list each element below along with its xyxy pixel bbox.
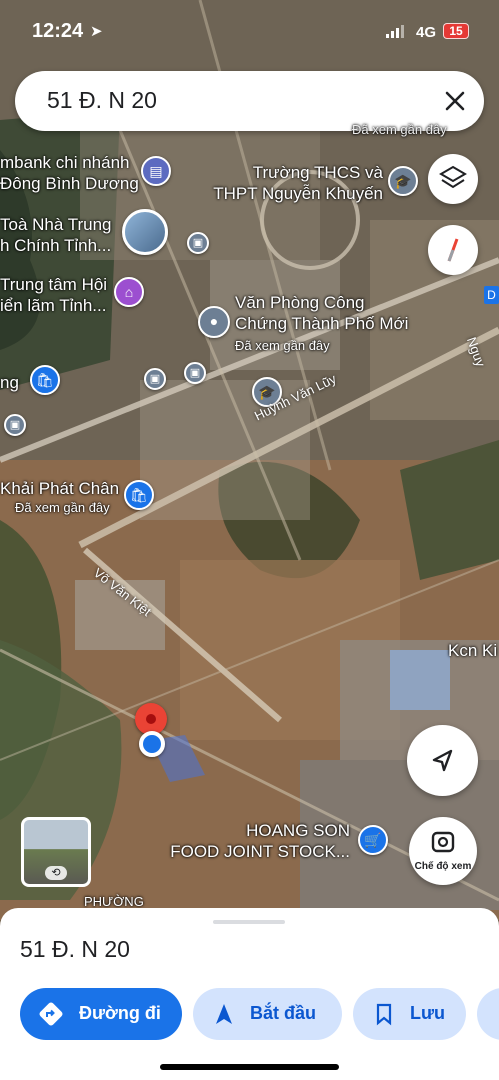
close-icon[interactable] (439, 85, 471, 117)
destination-pin-dot (146, 714, 156, 724)
location-arrow-icon: ➤ (90, 23, 103, 40)
place-label-khai-phat[interactable]: Khải Phát Chân (0, 478, 119, 499)
place-sheet[interactable]: 51 Đ. N 20 Đường đi Bắt đầu Lưu (0, 908, 499, 1080)
compass-icon (447, 238, 459, 262)
street-view-rotate-icon: ⟲ (45, 866, 67, 880)
navigation-arrow-icon (216, 1004, 232, 1024)
layers-button[interactable] (428, 154, 478, 204)
search-query[interactable]: 51 Đ. N 20 (47, 87, 157, 114)
directions-button[interactable]: Đường đi (20, 988, 182, 1040)
place-building-line2: h Chính Tỉnh... (0, 236, 112, 255)
screen: 12:24 ➤ 4G 15 51 Đ. N 20 Đã xem gần đây (0, 0, 499, 1080)
status-time: 12:24 (32, 20, 84, 42)
place-exhibition-line2: iển lãm Tỉnh... (0, 296, 107, 315)
status-bar: 12:24 ➤ 4G 15 (0, 0, 499, 62)
bus-stop-icon[interactable]: ▣ (184, 362, 206, 384)
place-label-kcn[interactable]: Kcn Ki (448, 640, 497, 661)
layers-icon (439, 165, 467, 189)
directions-label: Đường đi (79, 1003, 161, 1023)
directions-icon (39, 1002, 63, 1026)
start-button[interactable]: Bắt đầu (193, 988, 342, 1040)
place-label-bank[interactable]: mbank chi nhánh Đông Bình Dương (0, 152, 139, 194)
atm-icon[interactable]: ▤ (141, 156, 171, 186)
battery-icon: 15 (443, 23, 469, 39)
building-photo-pin[interactable] (122, 209, 168, 255)
place-hoang-son-line1: HOANG SON (246, 821, 350, 840)
place-notary-note: Đã xem gần đây (235, 338, 330, 353)
marker-label-d: D (484, 286, 499, 304)
school-icon[interactable]: 🎓 (388, 166, 418, 196)
lens-button[interactable]: Chế độ xem (409, 817, 477, 885)
bus-stop-icon[interactable]: ▣ (4, 414, 26, 436)
save-label: Lưu (410, 1003, 446, 1023)
place-label-hoang-son[interactable]: HOANG SON FOOD JOINT STOCK... (170, 820, 350, 862)
place-label-building[interactable]: Toà Nhà Trung h Chính Tỉnh... (0, 214, 112, 256)
place-icon[interactable]: ● (198, 306, 230, 338)
shopping-icon[interactable]: 🛒 (358, 825, 388, 855)
camera-lens-icon (431, 831, 455, 853)
home-indicator (160, 1064, 339, 1070)
place-label-notary[interactable]: Văn Phòng Công Chứng Thành Phố Mới (235, 292, 408, 334)
place-building-line1: Toà Nhà Trung (0, 215, 112, 234)
place-school-line2: THPT Nguyễn Khuyến (213, 184, 383, 203)
bookmark-icon (376, 1003, 392, 1026)
network-type: 4G (416, 24, 437, 41)
satellite-map[interactable]: 12:24 ➤ 4G 15 51 Đ. N 20 Đã xem gần đây (0, 0, 499, 920)
place-title: 51 Đ. N 20 (20, 936, 130, 962)
street-view-thumbnail[interactable]: ⟲ (21, 817, 91, 887)
drag-handle[interactable] (213, 920, 285, 924)
place-label-school[interactable]: Trường THCS và THPT Nguyễn Khuyến (207, 162, 383, 204)
top-recent-note: Đã xem gần đây (352, 122, 447, 137)
place-label-phuong: PHƯỜNG (84, 894, 144, 909)
venue-icon[interactable]: ⌂ (114, 277, 144, 307)
bus-stop-icon[interactable]: ▣ (144, 368, 166, 390)
place-bank-line2: Đông Bình Dương (0, 174, 139, 193)
signal-icon (386, 25, 404, 38)
shopping-icon[interactable]: 🛍 (30, 365, 60, 395)
place-bank-line1: mbank chi nhánh (0, 153, 130, 172)
place-hoang-son-line2: FOOD JOINT STOCK... (170, 842, 350, 861)
place-label-shop-left[interactable]: ng (0, 372, 19, 393)
current-location-dot (139, 731, 165, 757)
place-label-exhibition[interactable]: Trung tâm Hội iển lãm Tỉnh... (0, 274, 107, 316)
place-notary-line1: Văn Phòng Công (235, 293, 365, 312)
lens-label: Chế độ xem (414, 861, 472, 872)
place-school-line1: Trường THCS và (252, 163, 383, 182)
compass-button[interactable] (428, 225, 478, 275)
place-khai-phat-note: Đã xem gần đây (15, 500, 110, 515)
bus-stop-icon[interactable]: ▣ (187, 232, 209, 254)
share-button-partial[interactable] (477, 988, 499, 1040)
start-label: Bắt đầu (250, 1003, 317, 1023)
shopping-icon[interactable]: 🛍 (124, 480, 154, 510)
save-button[interactable]: Lưu (353, 988, 466, 1040)
place-notary-line2: Chứng Thành Phố Mới (235, 314, 409, 333)
my-location-icon (432, 749, 453, 772)
my-location-button[interactable] (407, 725, 478, 796)
place-exhibition-line1: Trung tâm Hội (0, 275, 108, 294)
